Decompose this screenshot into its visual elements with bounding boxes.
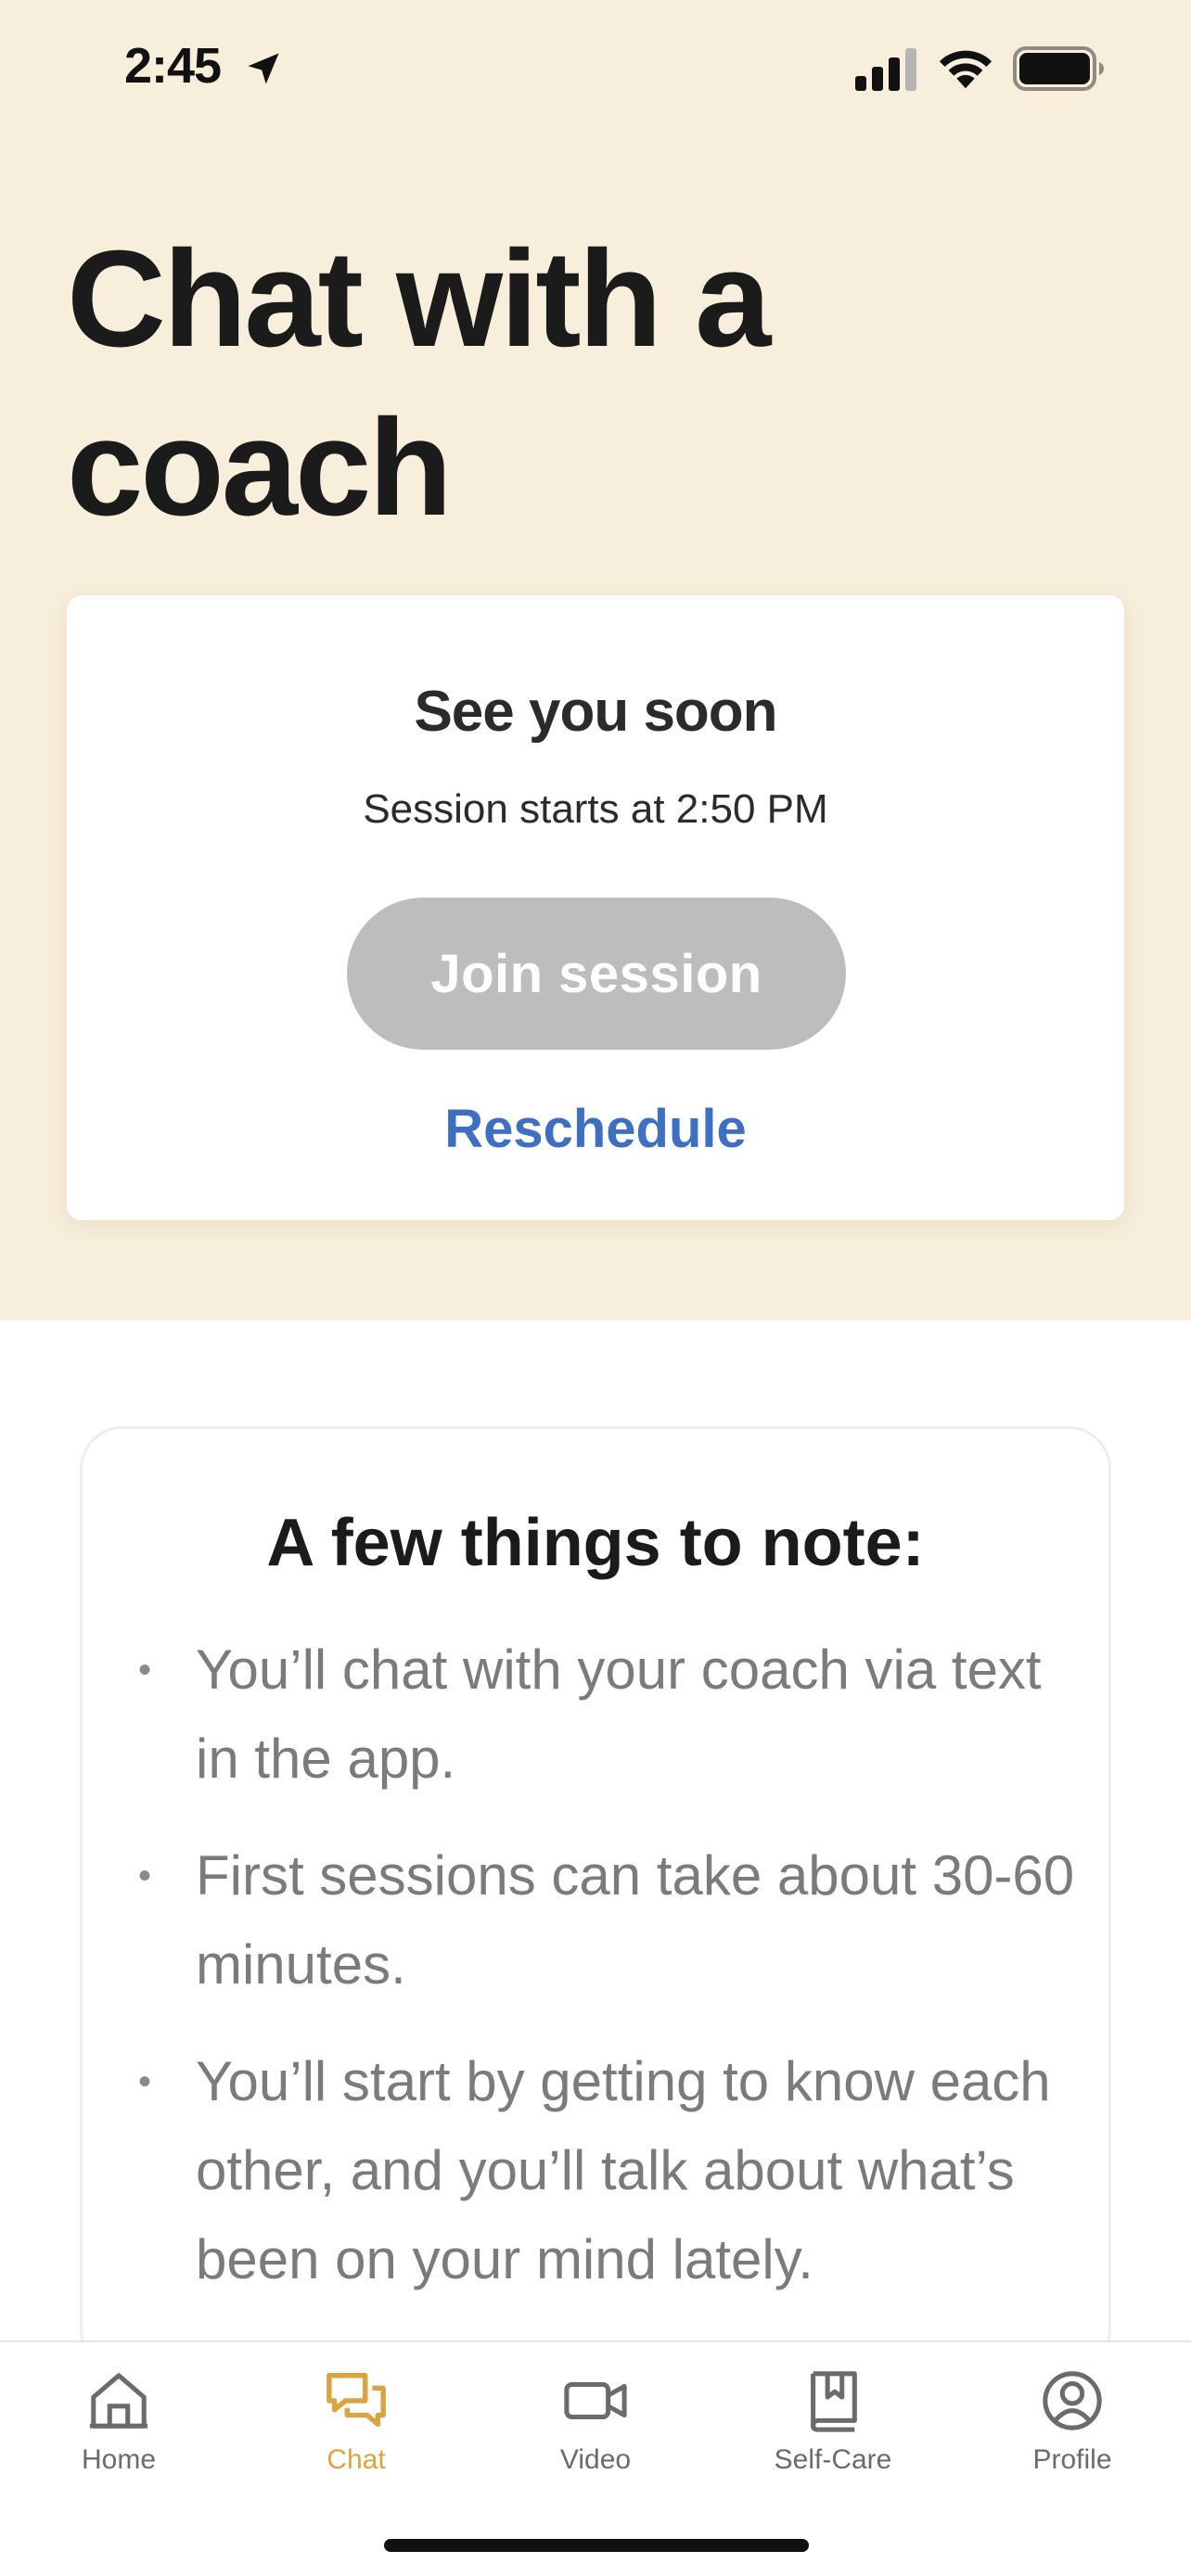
home-indicator bbox=[384, 2539, 809, 2552]
notes-card: A few things to note: • You’ll chat with… bbox=[80, 1426, 1111, 2372]
tab-label: Self-Care bbox=[774, 2444, 892, 2475]
note-text: You’ll start by getting to know each oth… bbox=[196, 2050, 1051, 2290]
notes-list: • You’ll chat with your coach via text i… bbox=[138, 1626, 1075, 2332]
list-item: • You’ll start by getting to know each o… bbox=[138, 2037, 1075, 2304]
list-item: • You’ll chat with your coach via text i… bbox=[138, 1626, 1075, 1804]
screen: 2:45 Chat with a coach See you soon Sess… bbox=[0, 0, 1191, 2576]
status-time: 2:45 bbox=[124, 38, 222, 94]
profile-icon bbox=[1043, 2371, 1102, 2430]
page-title: Chat with a coach bbox=[67, 223, 771, 544]
tab-label: Home bbox=[81, 2444, 157, 2475]
cellular-signal-icon bbox=[855, 48, 916, 91]
tab-self-care[interactable]: Self-Care bbox=[714, 2359, 952, 2498]
video-camera-icon bbox=[564, 2381, 627, 2420]
notes-heading: A few things to note: bbox=[266, 1506, 925, 1580]
home-icon bbox=[89, 2373, 148, 2429]
tab-chat[interactable]: Chat bbox=[237, 2359, 475, 2498]
wifi-icon bbox=[939, 50, 992, 89]
tab-video[interactable]: Video bbox=[477, 2359, 714, 2498]
tab-label: Video bbox=[559, 2444, 632, 2475]
bullet-dot: • bbox=[138, 2061, 152, 2102]
bullet-dot: • bbox=[138, 1855, 152, 1896]
join-session-button[interactable]: Join session bbox=[347, 898, 846, 1050]
battery-icon bbox=[1013, 46, 1104, 91]
bookmark-book-icon bbox=[811, 2371, 857, 2432]
bullet-dot: • bbox=[138, 1650, 152, 1690]
tab-home[interactable]: Home bbox=[0, 2359, 237, 2498]
location-arrow-icon bbox=[248, 53, 279, 84]
reschedule-link[interactable]: Reschedule bbox=[67, 1098, 1124, 1160]
note-text: You’ll chat with your coach via text in … bbox=[196, 1639, 1042, 1790]
session-card: See you soon Session starts at 2:50 PM J… bbox=[67, 595, 1124, 1220]
tab-label: Chat bbox=[327, 2444, 386, 2475]
list-item: • First sessions can take about 30-60 mi… bbox=[138, 1831, 1075, 2009]
tab-profile[interactable]: Profile bbox=[954, 2359, 1191, 2498]
chat-bubbles-icon bbox=[327, 2373, 386, 2427]
note-text: First sessions can take about 30-60 minu… bbox=[196, 1844, 1075, 1996]
tab-label: Profile bbox=[1032, 2444, 1112, 2475]
session-start-time: Session starts at 2:50 PM bbox=[363, 786, 828, 832]
session-heading: See you soon bbox=[414, 680, 777, 744]
